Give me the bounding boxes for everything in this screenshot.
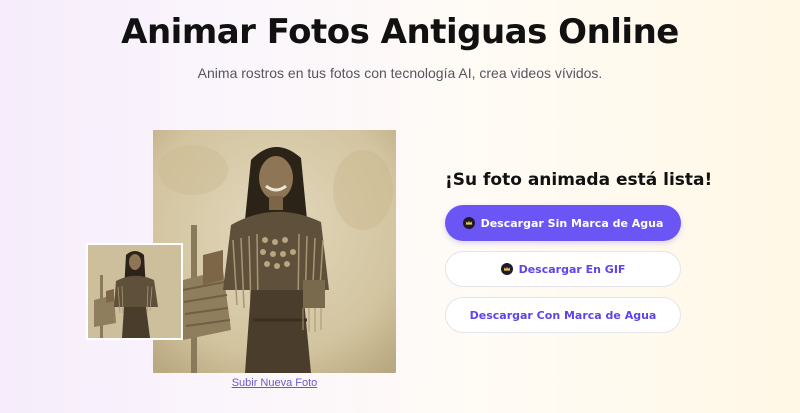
crown-icon	[462, 217, 475, 229]
page-title: Animar Fotos Antiguas Online	[121, 12, 679, 52]
download-gif-label: Descargar En GIF	[518, 262, 626, 276]
original-portrait-image	[88, 245, 181, 338]
page-subtitle: Anima rostros en tus fotos con tecnologí…	[197, 65, 603, 81]
upload-new-photo-link[interactable]: Subir Nueva Foto	[153, 377, 396, 389]
download-no-watermark-button[interactable]: Descargar Sin Marca de Agua	[445, 205, 681, 241]
download-no-watermark-label: Descargar Sin Marca de Agua	[480, 216, 664, 230]
crown-icon	[500, 263, 513, 275]
result-ready-heading: ¡Su foto animada está lista!	[445, 170, 713, 190]
vintage-portrait-image	[153, 130, 396, 373]
original-photo-thumbnail	[86, 243, 183, 340]
download-with-watermark-label: Descargar Con Marca de Agua	[469, 308, 657, 322]
animated-photo-preview	[153, 130, 396, 373]
download-gif-button[interactable]: Descargar En GIF	[445, 251, 681, 287]
download-with-watermark-button[interactable]: Descargar Con Marca de Agua	[445, 297, 681, 333]
